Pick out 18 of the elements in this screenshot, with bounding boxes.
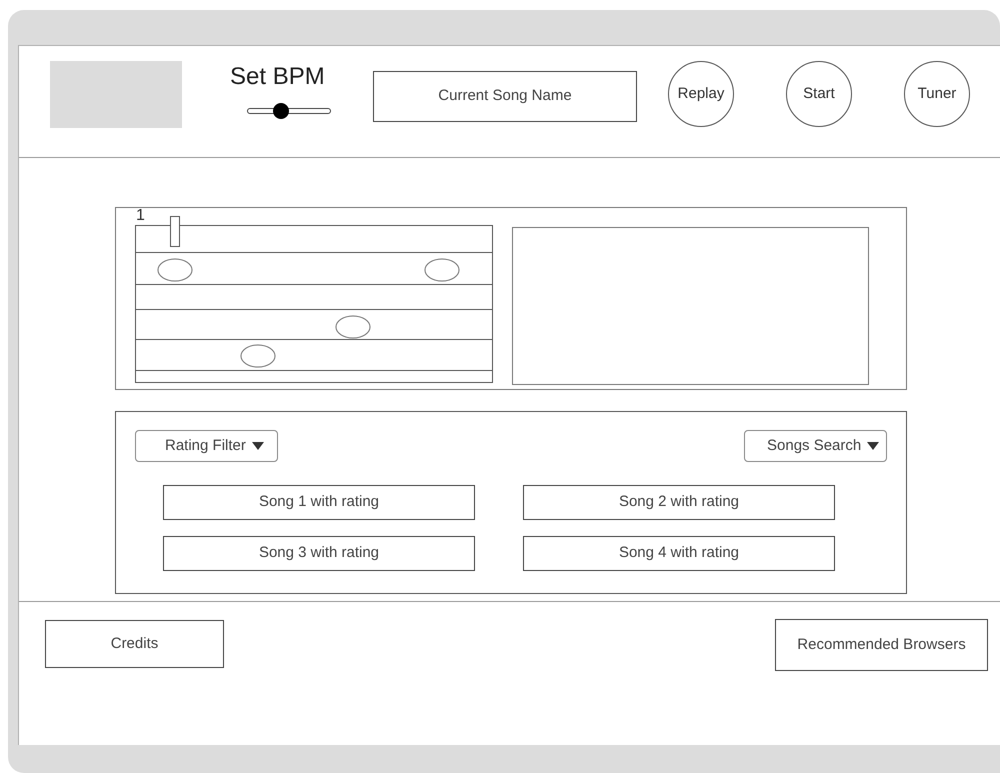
measure-number: 1 <box>136 208 145 224</box>
slider-thumb[interactable] <box>272 103 289 119</box>
caret-icon <box>252 442 264 450</box>
round-button[interactable]: Start <box>786 61 852 127</box>
caret-icon <box>867 442 880 450</box>
round-button[interactable]: Replay <box>668 61 734 127</box>
bpm-label: Set BPM <box>230 62 326 92</box>
song-item[interactable]: Song 4 with rating <box>523 536 835 571</box>
dropdown-button[interactable]: Rating Filter <box>135 430 278 462</box>
bpm-slider[interactable] <box>247 103 331 119</box>
browsers-box[interactable]: Recommended Browsers <box>775 619 988 671</box>
dropdown-button[interactable]: Songs Search <box>744 430 887 462</box>
song-item[interactable]: Song 1 with rating <box>163 485 475 520</box>
song-item[interactable]: Song 3 with rating <box>163 536 475 571</box>
song-item[interactable]: Song 2 with rating <box>523 485 835 520</box>
credits-box[interactable]: Credits <box>45 620 224 668</box>
song-name-box: Current Song Name <box>373 71 637 122</box>
round-button[interactable]: Tuner <box>904 61 970 127</box>
